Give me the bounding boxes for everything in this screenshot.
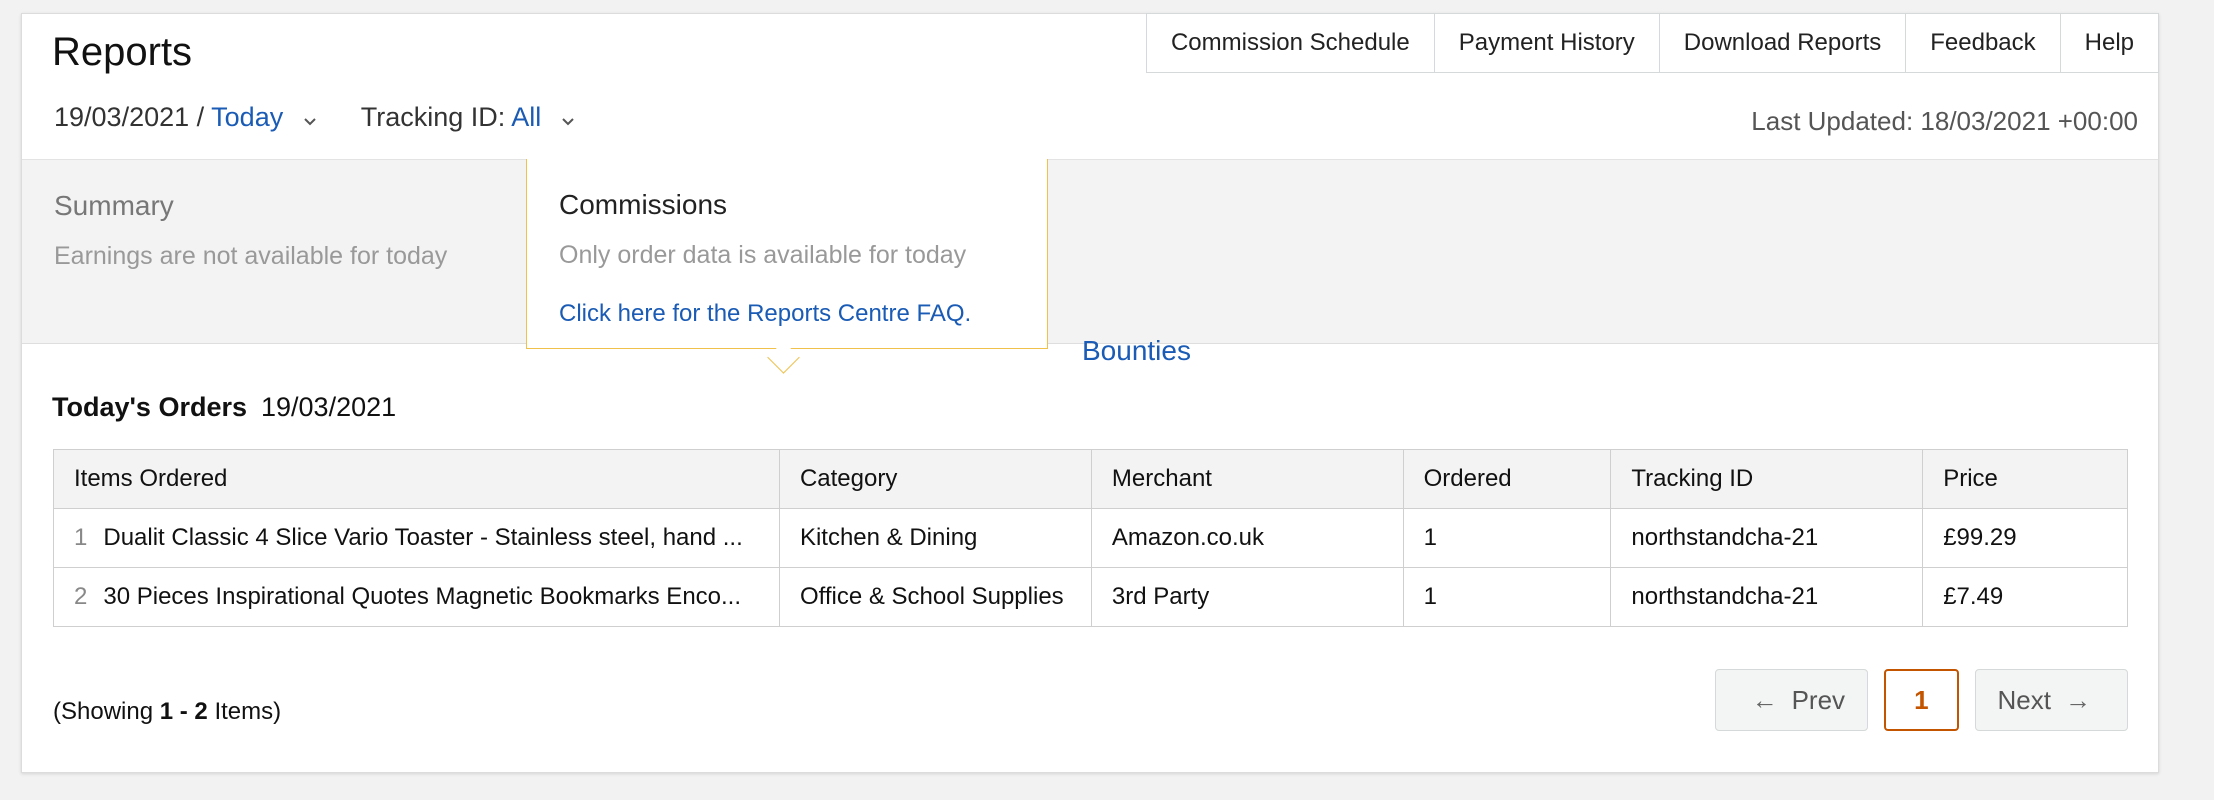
column-header-price: Price bbox=[1922, 449, 2128, 509]
next-label: Next bbox=[1997, 684, 2051, 715]
arrow-left-icon: ← bbox=[1751, 684, 1778, 715]
item-cell: 2 30 Pieces Inspirational Quotes Magnetic… bbox=[53, 567, 780, 627]
tracking-id-filter[interactable]: Tracking ID: All bbox=[361, 102, 619, 134]
page-1-button[interactable]: 1 bbox=[1884, 669, 1959, 731]
merchant-cell: Amazon.co.uk bbox=[1090, 508, 1404, 568]
ordered-cell: 1 bbox=[1402, 508, 1612, 568]
date-filter[interactable]: 19/03/2021 / Today bbox=[54, 102, 361, 134]
tab-summary[interactable]: Summary Earnings are not available for t… bbox=[54, 190, 447, 271]
ordered-cell: 1 bbox=[1402, 567, 1612, 627]
price-cell: £7.49 bbox=[1922, 567, 2128, 627]
tab-bounties[interactable]: Bounties bbox=[1082, 335, 1191, 367]
prev-button[interactable]: ← Prev bbox=[1714, 669, 1869, 731]
tracking-id-cell: northstandcha-21 bbox=[1610, 567, 1924, 627]
commission-schedule-button[interactable]: Commission Schedule bbox=[1145, 13, 1435, 73]
tab-commissions-title: Commissions bbox=[559, 189, 728, 220]
row-number: 2 bbox=[74, 583, 88, 610]
feedback-button[interactable]: Feedback bbox=[1906, 13, 2061, 73]
category-cell: Kitchen & Dining bbox=[778, 508, 1092, 568]
top-navigation: Commission Schedule Payment History Down… bbox=[1145, 13, 2159, 73]
orders-date: 19/03/2021 bbox=[261, 392, 397, 422]
tab-summary-subtitle: Earnings are not available for today bbox=[54, 242, 448, 270]
column-header-tracking-id: Tracking ID bbox=[1610, 449, 1924, 509]
tab-commissions-subtitle: Only order data is available for today bbox=[559, 241, 967, 269]
item-title: 30 Pieces Inspirational Quotes Magnetic … bbox=[103, 583, 742, 610]
date-prefix: 19/03/2021 / bbox=[54, 102, 205, 132]
prev-label: Prev bbox=[1791, 684, 1846, 715]
report-tabs: Summary Earnings are not available for t… bbox=[22, 159, 2158, 366]
orders-heading: Today's Orders 19/03/2021 bbox=[52, 392, 396, 423]
tab-summary-title: Summary bbox=[54, 190, 174, 221]
item-cell: 1 Dualit Classic 4 Slice Vario Toaster - … bbox=[53, 508, 780, 568]
download-reports-button[interactable]: Download Reports bbox=[1659, 13, 1907, 73]
arrow-right-icon: → bbox=[2065, 684, 2091, 715]
table-header-row: Items Ordered Category Merchant Ordered … bbox=[53, 449, 2128, 509]
chevron-down-icon[interactable] bbox=[561, 103, 575, 134]
pagination: ← Prev 1 Next → bbox=[1714, 669, 2128, 731]
table-row: 2 30 Pieces Inspirational Quotes Magnetic… bbox=[53, 567, 2128, 627]
tab-commissions[interactable]: Commissions Only order data is available… bbox=[526, 159, 1048, 349]
showing-count: (Showing 1 - 2 Items) bbox=[53, 698, 281, 726]
tracking-id-value[interactable]: All bbox=[511, 102, 541, 132]
tracking-id-label: Tracking ID: bbox=[360, 102, 506, 132]
date-value[interactable]: Today bbox=[211, 102, 283, 132]
table-row: 1 Dualit Classic 4 Slice Vario Toaster - … bbox=[53, 508, 2128, 568]
category-cell: Office & School Supplies bbox=[778, 567, 1092, 627]
showing-prefix: (Showing bbox=[53, 698, 154, 725]
price-cell: £99.29 bbox=[1922, 508, 2128, 568]
orders-table: Items Ordered Category Merchant Ordered … bbox=[53, 449, 2128, 627]
column-header-items-ordered: Items Ordered bbox=[53, 449, 780, 509]
help-button[interactable]: Help bbox=[2060, 13, 2159, 73]
reports-panel: Reports Commission Schedule Payment Hist… bbox=[21, 13, 2159, 773]
last-updated: Last Updated: 18/03/2021 +00:00 bbox=[1751, 106, 2138, 136]
orders-title: Today's Orders bbox=[52, 392, 247, 422]
row-number: 1 bbox=[74, 524, 88, 551]
column-header-merchant: Merchant bbox=[1090, 449, 1404, 509]
next-button[interactable]: Next → bbox=[1974, 669, 2128, 731]
reports-faq-link[interactable]: Click here for the Reports Centre FAQ. bbox=[559, 300, 1015, 328]
tracking-id-cell: northstandcha-21 bbox=[1610, 508, 1924, 568]
column-header-ordered: Ordered bbox=[1402, 449, 1612, 509]
merchant-cell: 3rd Party bbox=[1090, 567, 1404, 627]
filters-bar: 19/03/2021 / Today Tracking ID: All bbox=[54, 102, 619, 134]
item-title: Dualit Classic 4 Slice Vario Toaster - S… bbox=[103, 524, 743, 551]
showing-suffix: Items) bbox=[214, 698, 282, 725]
payment-history-button[interactable]: Payment History bbox=[1434, 13, 1660, 73]
page-title: Reports bbox=[52, 30, 193, 74]
showing-range: 1 - 2 bbox=[159, 698, 208, 725]
column-header-category: Category bbox=[778, 449, 1092, 509]
chevron-down-icon[interactable] bbox=[303, 103, 317, 134]
